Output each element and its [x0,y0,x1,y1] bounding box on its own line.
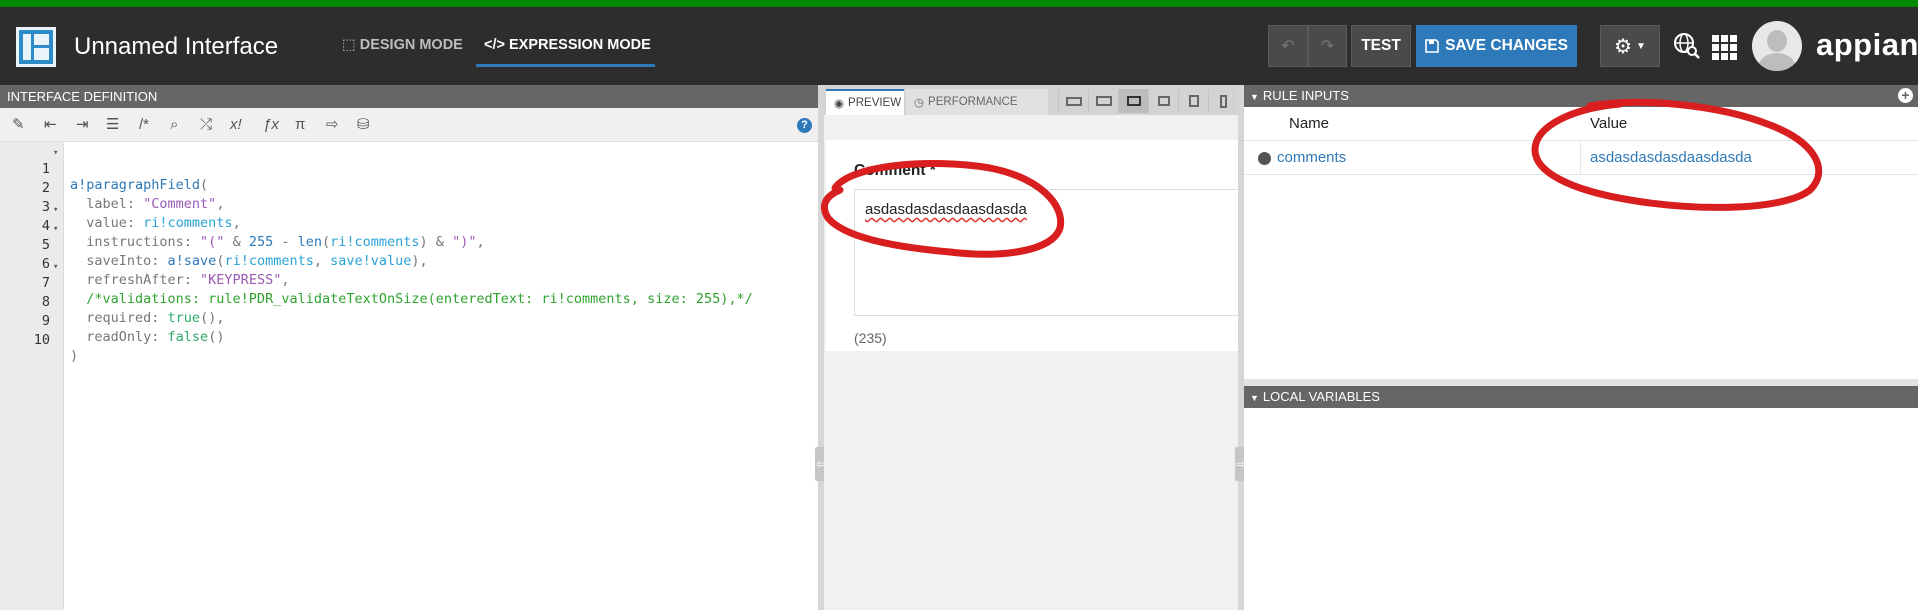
code-line-5: 5 ▾ saveInto: a!save(ri!comments, save!va… [41,224,428,269]
preview-tabs: ◉ PREVIEW ◷ PERFORMANCE [824,85,1238,115]
tab-preview[interactable]: ◉ PREVIEW [826,89,904,115]
caret-down-icon: ▼ [1250,92,1259,102]
section-divider [1244,379,1918,386]
pi-icon[interactable]: π [295,117,305,133]
rule-input-value[interactable]: asdasdasdasdaasdasda [1590,149,1752,166]
page-title: Unnamed Interface [74,33,279,60]
tab-preview-label: PREVIEW [848,97,902,109]
help-icon[interactable]: ? [797,118,812,133]
redo-button[interactable]: ↷ [1308,25,1347,67]
top-bar: Unnamed Interface ⬚ DESIGN MODE </> EXPR… [0,7,1918,85]
right-panel: ▼ RULE INPUTS + Name Value comments asdas… [1244,85,1918,610]
interface-definition-header: INTERFACE DEFINITION [0,85,818,108]
x-exclaim-icon[interactable]: x! [230,117,242,133]
active-mode-indicator [476,64,655,67]
tablet-portrait-icon[interactable] [1178,89,1208,113]
settings-menu-button[interactable]: ⚙ ▼ [1600,25,1660,67]
preview-form: Comment * asdasdasdasdaasdasda (235) [826,140,1254,351]
table-row[interactable]: comments asdasdasdasdaasdasda [1244,141,1918,175]
code-line-7: 7 ▾ /*validations: rule!PDR_validateTextO… [41,262,753,307]
expression-mode-label: EXPRESSION MODE [509,37,651,53]
gear-icon: ⚙ [1614,35,1633,58]
caret-down-icon: ▼ [1636,40,1646,52]
code-line-6: 6 refreshAfter: "KEYPRESS", [41,256,290,288]
editor-toolbar: ✎ ⇤ ⇥ ☰ /* ⌕ ⤮ x! ƒx π ⇨ ⛁ ? [0,108,818,142]
tablet-landscape-icon[interactable] [1148,89,1178,113]
code-line-3: 3 value: ri!comments, [41,199,241,231]
code-line-9: 9 readOnly: false() [41,313,225,345]
globe-search-icon[interactable] [1673,32,1701,60]
comment-textarea[interactable]: asdasdasdasdaasdasda [854,189,1254,316]
wide-desktop-icon[interactable] [1088,89,1118,113]
input-status-dot-icon [1258,152,1271,165]
code-line-8: 8 required: true(), [41,294,225,326]
design-mode-label: DESIGN MODE [359,37,463,53]
rule-inputs-table-header: Name Value [1244,107,1918,141]
column-divider [1580,141,1581,175]
comment-icon[interactable]: /* [139,117,149,133]
local-variables-header[interactable]: ▼ LOCAL VARIABLES [1244,386,1918,408]
comment-field-label: Comment * [854,162,936,179]
save-changes-button[interactable]: SAVE CHANGES [1416,25,1577,67]
interface-logo-icon [16,27,56,67]
user-avatar[interactable] [1752,21,1802,71]
tab-performance[interactable]: ◷ PERFORMANCE [906,89,1048,115]
fit-width-icon[interactable] [1058,89,1088,113]
local-variables-title: LOCAL VARIABLES [1262,389,1380,404]
desktop-icon[interactable] [1118,89,1148,113]
save-changes-label: SAVE CHANGES [1445,37,1568,54]
code-line-2: 2 label: "Comment", [41,180,225,212]
undo-icon: ↶ [1281,38,1295,55]
clock-icon: ◷ [914,97,925,109]
undo-button[interactable]: ↶ [1268,25,1308,67]
tab-performance-label: PERFORMANCE [928,96,1018,108]
outdent-icon[interactable]: ⇤ [44,117,57,133]
export-icon[interactable]: ⇨ [326,117,339,133]
apps-grid-icon[interactable] [1712,35,1737,60]
magic-wand-icon[interactable]: ✎ [12,117,25,133]
code-line-1: 1 ▾ a!paragraphField( [41,148,209,193]
code-editor[interactable]: 1 ▾ a!paragraphField( 2 label: "Comment",… [0,142,818,610]
code-icon: </> [484,37,509,53]
rule-inputs-header[interactable]: ▼ RULE INPUTS + [1244,85,1918,107]
eye-icon: ◉ [834,98,845,110]
preview-panel: ◉ PREVIEW ◷ PERFORMANCE Comment * asdasdas… [824,85,1254,610]
list-icon[interactable]: ☰ [106,117,119,133]
shuffle-icon[interactable]: ⤮ [200,117,212,133]
column-value-header: Value [1590,115,1628,132]
rule-input-name[interactable]: comments [1277,149,1346,166]
add-rule-input-icon[interactable]: + [1898,88,1913,103]
search-icon[interactable]: ⌕ [170,117,178,133]
floppy-disk-icon [1425,39,1439,53]
cursor-select-icon: ⬚ [342,37,360,53]
rule-inputs-title: RULE INPUTS [1262,88,1349,103]
design-mode-tab[interactable]: ⬚ DESIGN MODE [342,37,463,53]
top-strip [0,0,1918,7]
function-icon[interactable]: ƒx [263,117,279,133]
database-search-icon[interactable]: ⛁ [357,117,370,133]
code-line-10: 10 ) [33,332,79,364]
indent-icon[interactable]: ⇥ [76,117,89,133]
code-line-4: 4 ▾ instructions: "(" & 255 - len(ri!comm… [41,205,485,250]
appian-logo: appian [1816,27,1918,62]
phone-icon[interactable] [1208,89,1238,113]
column-name-header: Name [1289,115,1330,132]
caret-down-icon: ▼ [1250,393,1259,403]
character-counter: (235) [854,330,887,346]
expression-mode-tab[interactable]: </> EXPRESSION MODE [484,37,651,53]
comment-textarea-value: asdasdasdasdaasdasda [865,201,1027,218]
device-size-toggles [1058,89,1238,113]
redo-icon: ↷ [1320,38,1335,55]
test-button[interactable]: TEST [1351,25,1411,67]
